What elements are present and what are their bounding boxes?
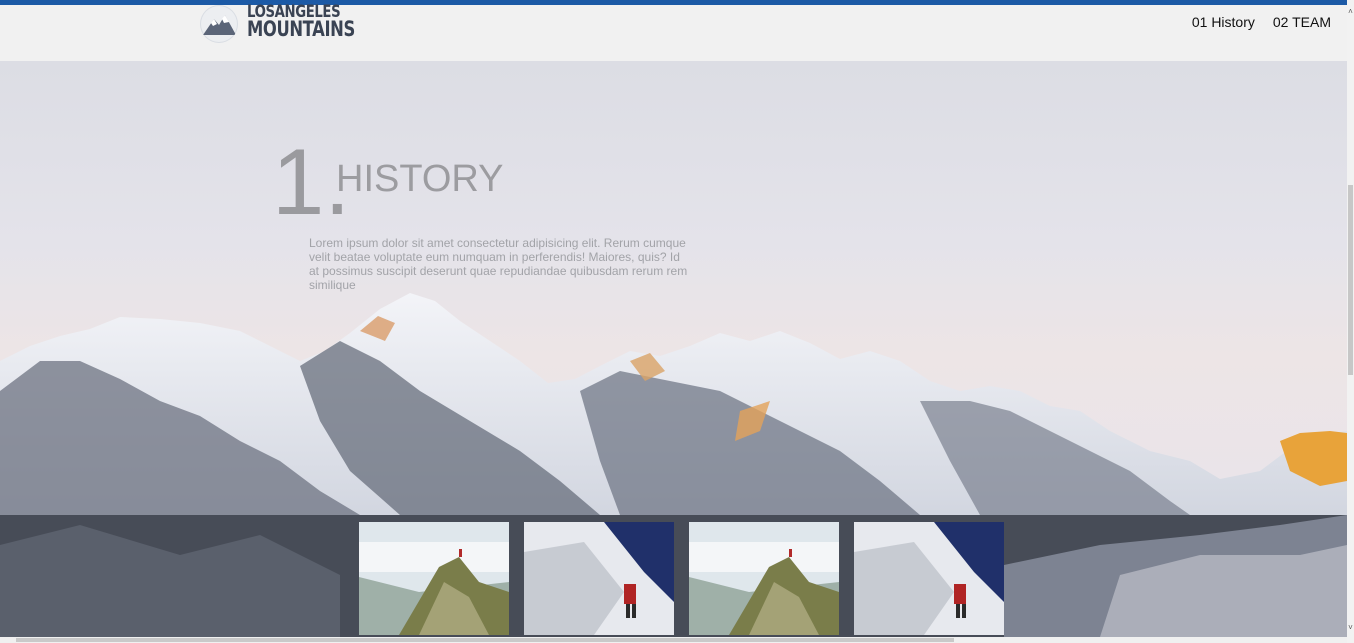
hero-section: 1. HISTORY Lorem ipsum dolor sit amet co… — [0, 61, 1347, 515]
gallery-thumbnail[interactable] — [854, 522, 1004, 635]
gallery-thumbnails — [359, 522, 1004, 635]
section-description: Lorem ipsum dolor sit amet consectetur a… — [309, 236, 688, 292]
horizontal-scrollbar[interactable] — [0, 637, 1347, 643]
logo-line-2: MOUNTAINS — [247, 17, 355, 41]
scroll-down-arrow-icon[interactable]: ˅ — [1347, 624, 1354, 632]
site-header: LOSANGELES MOUNTAINS 01 History 02 TEAM — [0, 4, 1347, 61]
climber-on-peak-photo-icon — [689, 522, 839, 635]
horizontal-scroll-thumb[interactable] — [16, 638, 954, 642]
vertical-scroll-thumb[interactable] — [1348, 185, 1353, 375]
main-nav: 01 History 02 TEAM — [1192, 13, 1331, 31]
vertical-scrollbar[interactable]: ˄ ˅ — [1347, 0, 1354, 643]
logo-wordmark: LOSANGELES MOUNTAINS — [247, 4, 385, 41]
section-title: HISTORY — [336, 158, 504, 200]
climber-on-snow-photo-icon — [524, 522, 674, 635]
gallery-thumbnail[interactable] — [359, 522, 509, 635]
nav-link-history[interactable]: 01 History — [1192, 13, 1255, 31]
gallery-thumbnail[interactable] — [524, 522, 674, 635]
gallery-strip — [0, 515, 1347, 637]
gallery-thumbnail[interactable] — [689, 522, 839, 635]
mountain-logo-icon — [200, 5, 238, 43]
nav-link-team[interactable]: 02 TEAM — [1273, 13, 1331, 31]
scroll-up-arrow-icon[interactable]: ˄ — [1347, 8, 1354, 16]
climber-on-peak-photo-icon — [359, 522, 509, 635]
climber-on-snow-photo-icon — [854, 522, 1004, 635]
